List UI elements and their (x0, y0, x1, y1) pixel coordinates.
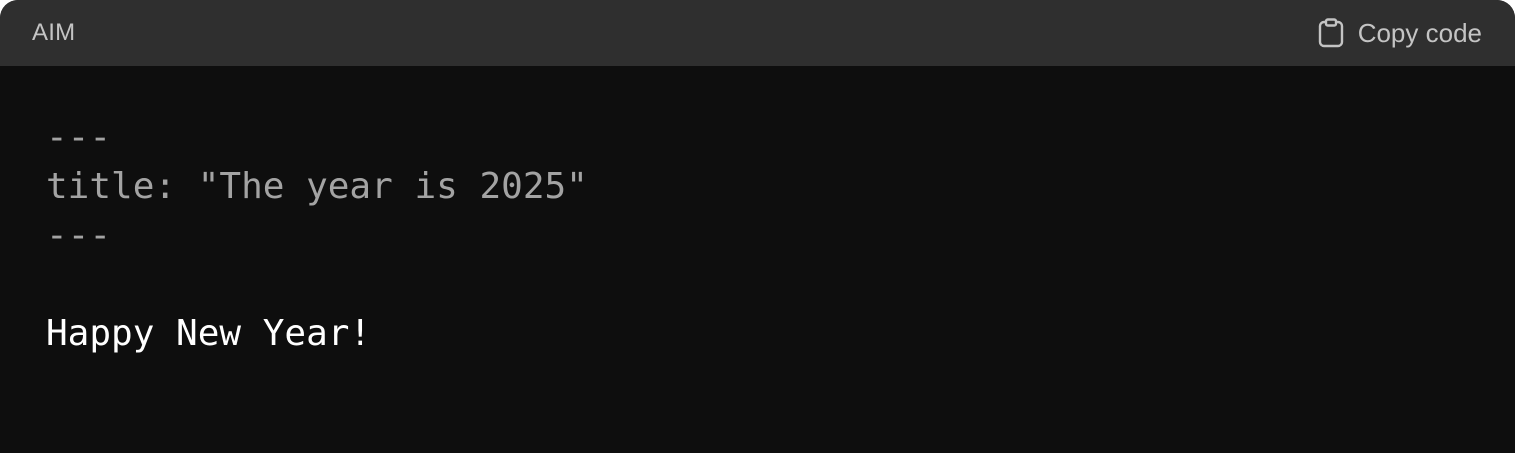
code-block-header: AIM Copy code (0, 0, 1515, 66)
clipboard-icon (1318, 18, 1344, 48)
code-content: --- title: "The year is 2025" --- Happy … (0, 66, 1515, 358)
frontmatter-delimiter-close: --- (46, 215, 112, 256)
copy-code-button[interactable]: Copy code (1318, 18, 1482, 49)
language-label: AIM (32, 19, 76, 46)
frontmatter-title-line: title: "The year is 2025" (46, 166, 588, 207)
frontmatter-delimiter-open: --- (46, 117, 112, 158)
code-block: AIM Copy code --- title: "The year is 20… (0, 0, 1515, 453)
body-text-line: Happy New Year! (46, 313, 372, 354)
copy-code-label: Copy code (1357, 17, 1482, 48)
